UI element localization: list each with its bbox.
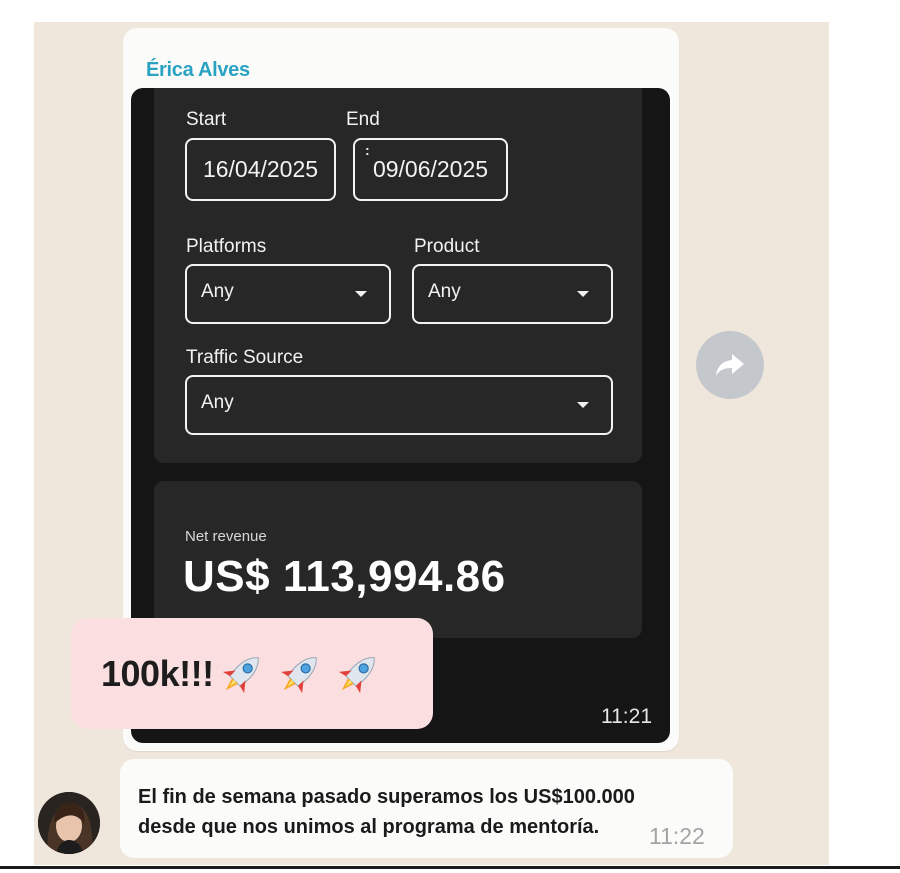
- start-label: Start: [186, 109, 227, 130]
- traffic-source-select: Any: [185, 375, 613, 435]
- platforms-value: Any: [201, 281, 234, 302]
- start-date-field: 16/04/2025: [185, 138, 336, 201]
- filters-card: Start End 16/04/2025 : 09/06/2025 Platfo…: [154, 88, 642, 463]
- message-time: 11:21: [601, 705, 652, 728]
- end-label: End: [346, 109, 380, 130]
- chevron-down-icon: [355, 291, 367, 297]
- end-date-field: 09/06/2025: [353, 138, 508, 201]
- rocket-icon: [268, 656, 326, 693]
- sticker-text: 100k!!!: [101, 652, 214, 694]
- forward-arrow-icon: [716, 354, 744, 376]
- platforms-select: Any: [185, 264, 391, 324]
- message-time: 11:22: [649, 823, 705, 849]
- net-revenue-card: Net revenue US$ 113,994.86: [154, 481, 642, 638]
- traffic-source-label: Traffic Source: [186, 347, 304, 368]
- product-select: Any: [412, 264, 613, 324]
- product-label: Product: [414, 236, 480, 257]
- rocket-icon: [214, 656, 268, 693]
- chevron-down-icon: [577, 402, 589, 408]
- bottom-divider: [0, 866, 900, 869]
- sticker-reply[interactable]: 100k!!!: [71, 618, 433, 729]
- net-revenue-label: Net revenue: [185, 528, 267, 545]
- product-value: Any: [428, 281, 461, 302]
- rocket-emojis: [214, 648, 385, 700]
- chevron-down-icon: [577, 291, 589, 297]
- message-text: El fin de semana pasado superamos los US…: [138, 786, 635, 838]
- net-revenue-value: US$ 113,994.86: [183, 552, 506, 601]
- traffic-source-value: Any: [201, 392, 234, 413]
- avatar[interactable]: [38, 792, 100, 854]
- platforms-label: Platforms: [186, 236, 267, 257]
- forward-button[interactable]: [696, 331, 764, 399]
- rocket-icon: [326, 656, 384, 693]
- person-avatar-icon: [38, 792, 100, 854]
- sender-name[interactable]: Érica Alves: [146, 59, 250, 82]
